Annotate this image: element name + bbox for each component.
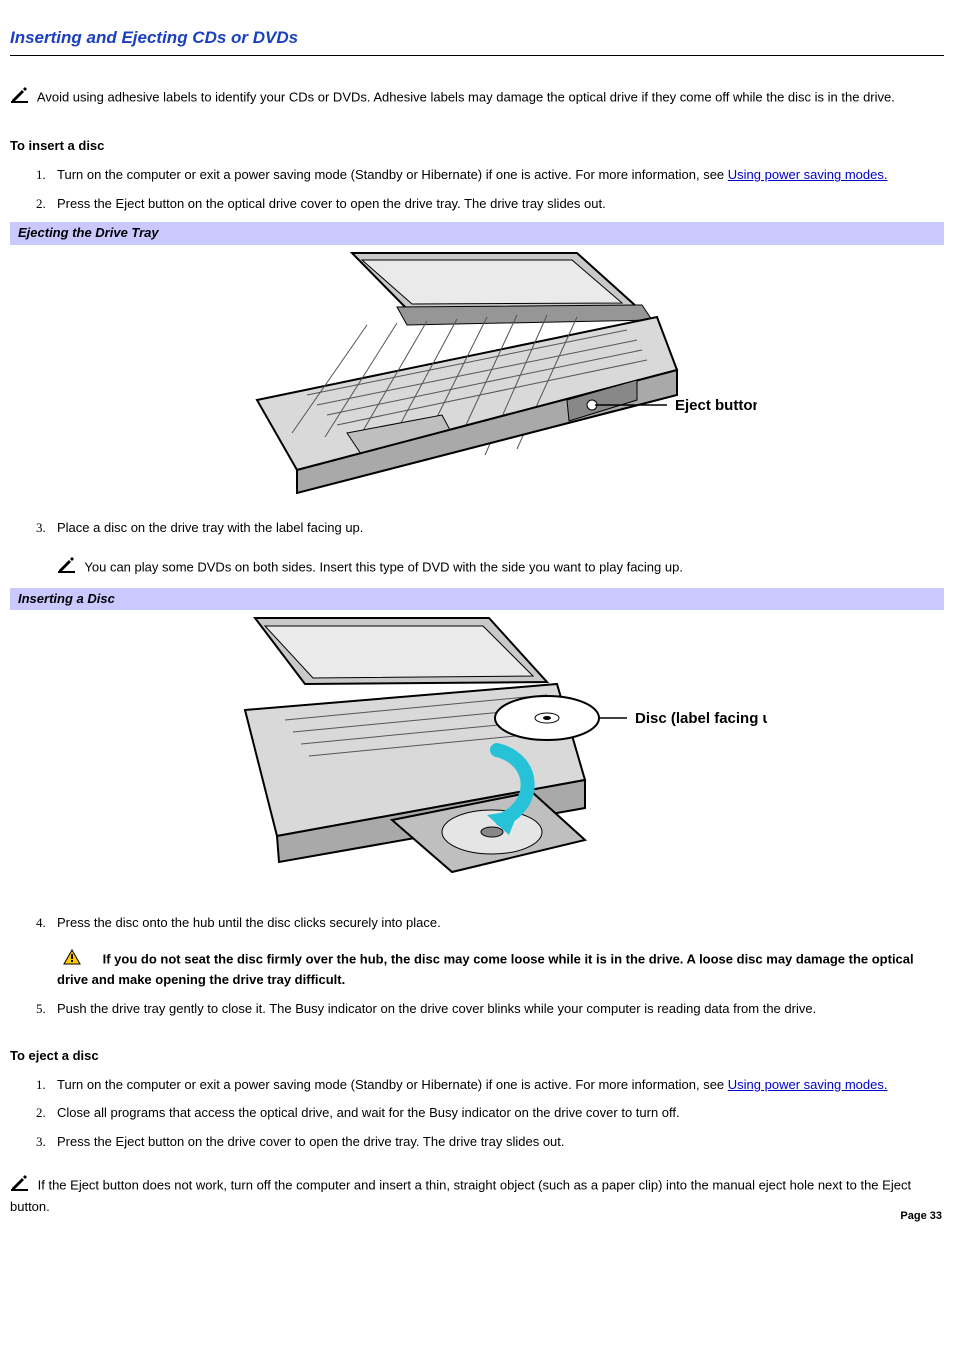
step-text: Press the Eject button on the drive cove… xyxy=(57,1134,565,1149)
page-number: Page 33 xyxy=(900,1209,942,1225)
step-text: Press the Eject button on the optical dr… xyxy=(57,196,606,211)
page-title: Inserting and Ejecting CDs or DVDs xyxy=(10,26,944,53)
eject-note-text: If the Eject button does not work, turn … xyxy=(10,1178,911,1214)
figure-1-caption: Ejecting the Drive Tray xyxy=(10,222,944,245)
figure-1-label: Eject button xyxy=(675,397,757,414)
caution-text: If you do not seat the disc firmly over … xyxy=(57,952,914,987)
step-4-caution: If you do not seat the disc firmly over … xyxy=(57,949,944,990)
eject-note: If the Eject button does not work, turn … xyxy=(10,1174,944,1217)
figure-2-label: Disc (label facing up) xyxy=(635,710,767,727)
eject-step-2: 2. Close all programs that access the op… xyxy=(10,1104,944,1123)
figure-2-caption: Inserting a Disc xyxy=(10,588,944,611)
list-marker: 2. xyxy=(36,195,46,214)
step-3-note-text: You can play some DVDs on both sides. In… xyxy=(84,559,683,574)
eject-step-1: 1. Turn on the computer or exit a power … xyxy=(10,1076,944,1095)
laptop-eject-illustration: Eject button xyxy=(197,245,757,495)
laptop-insert-illustration: Disc (label facing up) xyxy=(187,610,767,890)
intro-note-text: Avoid using adhesive labels to identify … xyxy=(37,89,895,104)
warning-icon xyxy=(63,949,81,971)
step-text: Turn on the computer or exit a power sav… xyxy=(57,1077,728,1092)
list-marker: 3. xyxy=(36,1133,46,1152)
list-marker: 1. xyxy=(36,1076,46,1095)
pencil-note-icon xyxy=(10,86,32,110)
eject-heading: To eject a disc xyxy=(10,1047,944,1066)
insert-step-1: 1. Turn on the computer or exit a power … xyxy=(10,166,944,185)
intro-note: Avoid using adhesive labels to identify … xyxy=(10,86,944,110)
pencil-note-icon xyxy=(10,1174,32,1198)
list-marker: 1. xyxy=(36,166,46,185)
list-marker: 2. xyxy=(36,1104,46,1123)
figure-1: Ejecting the Drive Tray xyxy=(10,222,944,495)
insert-heading: To insert a disc xyxy=(10,137,944,156)
insert-step-4: 4. Press the disc onto the hub until the… xyxy=(10,914,944,990)
power-saving-link[interactable]: Using power saving modes. xyxy=(728,167,888,182)
insert-steps-list: 1. Turn on the computer or exit a power … xyxy=(10,166,944,1018)
list-marker: 3. xyxy=(36,519,46,538)
figure-2: Inserting a Disc xyxy=(10,588,944,891)
step-text: Turn on the computer or exit a power sav… xyxy=(57,167,728,182)
step-text: Place a disc on the drive tray with the … xyxy=(57,520,363,535)
pencil-note-icon xyxy=(57,556,79,580)
step-text: Press the disc onto the hub until the di… xyxy=(57,915,441,930)
power-saving-link[interactable]: Using power saving modes. xyxy=(728,1077,888,1092)
step-text: Close all programs that access the optic… xyxy=(57,1105,680,1120)
list-marker: 4. xyxy=(36,914,46,933)
title-rule xyxy=(10,55,944,56)
eject-steps-list: 1. Turn on the computer or exit a power … xyxy=(10,1076,944,1153)
insert-step-5: 5. Push the drive tray gently to close i… xyxy=(10,1000,944,1019)
list-marker: 5. xyxy=(36,1000,46,1019)
eject-step-3: 3. Press the Eject button on the drive c… xyxy=(10,1133,944,1152)
step-3-note: You can play some DVDs on both sides. In… xyxy=(57,556,944,580)
step-text: Push the drive tray gently to close it. … xyxy=(57,1001,816,1016)
insert-step-3: 3. Place a disc on the drive tray with t… xyxy=(10,519,944,891)
insert-step-2: 2. Press the Eject button on the optical… xyxy=(10,195,944,495)
